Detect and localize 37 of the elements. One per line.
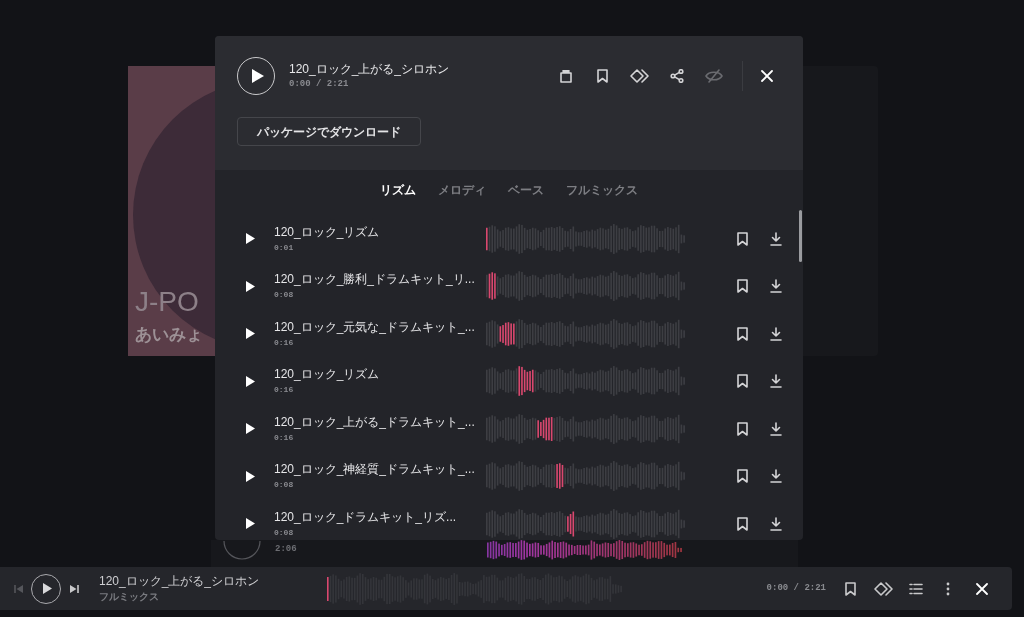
track-title: 120_ロック_元気な_ドラムキット_... <box>274 320 476 333</box>
scrollbar[interactable] <box>799 210 802 262</box>
play-icon[interactable] <box>244 374 256 388</box>
track-time: 0:08 <box>274 481 295 490</box>
track-subtitle: フルミックス <box>99 592 160 602</box>
album-title: J-PO <box>135 288 199 316</box>
tab[interactable]: ベース <box>508 181 544 199</box>
track-time: 0:00 / 2:21 <box>289 80 350 89</box>
track-title: 120_ロック_勝利_ドラムキット_リ... <box>274 273 476 286</box>
play-icon[interactable] <box>244 327 256 341</box>
track-title: 120_ロック_神経質_ドラムキット_... <box>274 463 476 476</box>
play-icon[interactable] <box>244 279 256 293</box>
play-icon[interactable] <box>244 469 256 483</box>
tab[interactable]: フルミックス <box>566 181 638 199</box>
track-title: 120_ロック_リズム <box>274 368 381 381</box>
tab[interactable]: メロディ <box>438 181 486 199</box>
play-icon <box>250 68 265 84</box>
track-time: 0:16 <box>274 338 295 347</box>
play-icon[interactable] <box>244 422 256 436</box>
playback-time: 0:00 / 2:21 <box>766 581 826 595</box>
track-title: 120_ロック_リズム <box>274 225 381 238</box>
play-icon[interactable] <box>244 232 256 246</box>
play-icon <box>41 582 53 595</box>
track-time: 0:08 <box>274 291 295 300</box>
play-icon[interactable] <box>244 517 256 531</box>
track-title: 120_ロック_上がる_ドラムキット_... <box>274 415 476 428</box>
track-title: 120_ロック_上がる_シロホン <box>99 575 261 587</box>
track-time: 0:16 <box>274 386 295 395</box>
download-package-button[interactable]: パッケージでダウンロード <box>237 117 421 146</box>
track-time: 2:06 <box>275 543 297 556</box>
track-title: 120_ロック_上がる_シロホン <box>289 63 450 75</box>
tab[interactable]: リズム <box>380 181 416 199</box>
album-artist: あいみょ <box>135 326 203 343</box>
track-time: 0:08 <box>274 528 295 537</box>
track-time: 0:01 <box>274 243 295 252</box>
track-title: 120_ロック_ドラムキット_リズ... <box>274 510 458 523</box>
track-time: 0:16 <box>274 433 295 442</box>
